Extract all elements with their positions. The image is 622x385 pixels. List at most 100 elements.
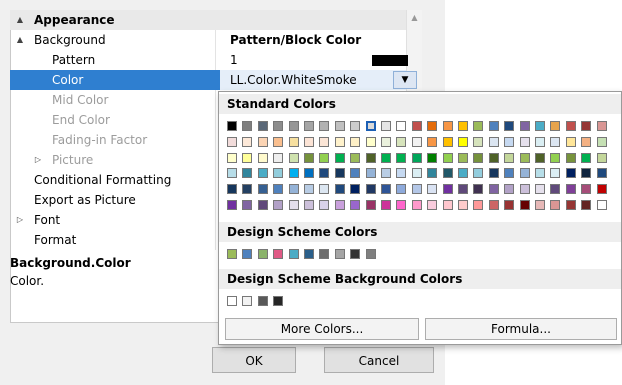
color-swatch[interactable] <box>319 152 330 163</box>
property-value[interactable]: Pattern/Block Color <box>230 30 361 50</box>
color-swatch[interactable] <box>257 136 268 147</box>
color-swatch[interactable] <box>273 168 284 179</box>
color-swatch[interactable] <box>535 168 545 179</box>
color-swatch[interactable] <box>365 152 376 163</box>
design-color-swatch[interactable] <box>242 249 253 259</box>
color-swatch[interactable] <box>596 152 607 163</box>
property-row[interactable]: Pattern 1 <box>10 50 408 70</box>
color-swatch[interactable] <box>350 152 361 163</box>
ok-button[interactable]: OK <box>212 347 296 373</box>
color-swatch[interactable] <box>334 121 345 131</box>
color-swatch[interactable] <box>488 200 499 210</box>
scroll-up-icon[interactable]: ▲ <box>407 10 422 25</box>
color-swatch[interactable] <box>273 136 284 147</box>
color-swatch[interactable] <box>519 121 530 131</box>
color-swatch[interactable] <box>565 121 576 131</box>
color-swatch[interactable] <box>488 184 499 195</box>
color-swatch[interactable] <box>242 200 253 210</box>
color-swatch[interactable] <box>288 121 299 131</box>
color-swatch[interactable] <box>519 168 530 179</box>
color-swatch[interactable] <box>458 121 468 131</box>
design-color-swatch[interactable] <box>334 249 345 259</box>
color-swatch[interactable] <box>411 136 422 147</box>
color-swatch[interactable] <box>458 168 468 179</box>
design-color-swatch[interactable] <box>273 249 284 259</box>
color-swatch[interactable] <box>458 152 468 163</box>
color-swatch[interactable] <box>396 152 407 163</box>
color-swatch[interactable] <box>319 200 330 210</box>
color-swatch[interactable] <box>535 121 545 131</box>
color-swatch[interactable] <box>519 136 530 147</box>
color-swatch[interactable] <box>411 121 422 131</box>
color-swatch[interactable] <box>596 184 607 195</box>
color-swatch[interactable] <box>257 200 268 210</box>
color-swatch[interactable] <box>581 200 592 210</box>
color-swatch[interactable] <box>550 136 561 147</box>
color-swatch[interactable] <box>227 121 237 131</box>
color-swatch[interactable] <box>242 136 253 147</box>
color-swatch[interactable] <box>581 184 592 195</box>
color-swatch[interactable] <box>242 121 253 131</box>
color-swatch[interactable] <box>334 200 345 210</box>
more-colors-button[interactable]: More Colors... <box>225 318 419 340</box>
color-swatch[interactable] <box>257 184 268 195</box>
color-swatch[interactable] <box>304 121 314 131</box>
color-swatch[interactable] <box>519 200 530 210</box>
color-swatch[interactable] <box>519 184 530 195</box>
color-swatch[interactable] <box>334 136 345 147</box>
color-swatch[interactable] <box>535 152 545 163</box>
color-swatch[interactable] <box>581 121 592 131</box>
color-swatch[interactable] <box>350 184 361 195</box>
color-swatch[interactable] <box>442 184 453 195</box>
color-swatch[interactable] <box>550 121 561 131</box>
color-swatch[interactable] <box>273 152 284 163</box>
background-color-swatch[interactable] <box>227 296 237 306</box>
color-swatch[interactable] <box>242 168 253 179</box>
color-swatch[interactable] <box>488 121 499 131</box>
color-swatch[interactable] <box>288 200 299 210</box>
color-swatch[interactable] <box>273 184 284 195</box>
formula-button[interactable]: Formula... <box>425 318 617 340</box>
color-swatch[interactable] <box>504 184 515 195</box>
color-swatch[interactable] <box>227 200 237 210</box>
color-swatch[interactable] <box>396 200 407 210</box>
cancel-button[interactable]: Cancel <box>324 347 434 373</box>
color-swatch[interactable] <box>473 168 484 179</box>
color-swatch[interactable] <box>365 121 376 131</box>
color-swatch[interactable] <box>381 152 391 163</box>
color-swatch[interactable] <box>565 136 576 147</box>
color-swatch[interactable] <box>596 136 607 147</box>
color-swatch[interactable] <box>535 136 545 147</box>
color-swatch[interactable] <box>473 200 484 210</box>
color-swatch[interactable] <box>350 136 361 147</box>
color-swatch[interactable] <box>488 136 499 147</box>
color-swatch[interactable] <box>304 184 314 195</box>
color-swatch[interactable] <box>581 136 592 147</box>
design-color-swatch[interactable] <box>365 249 376 259</box>
expander-icon[interactable]: ▲ <box>14 30 26 50</box>
color-swatch[interactable] <box>550 200 561 210</box>
color-swatch[interactable] <box>535 184 545 195</box>
property-row[interactable]: ▲ Appearance <box>10 10 406 30</box>
color-swatch[interactable] <box>411 152 422 163</box>
color-swatch[interactable] <box>458 200 468 210</box>
color-swatch[interactable] <box>396 184 407 195</box>
color-swatch[interactable] <box>519 152 530 163</box>
color-swatch[interactable] <box>442 136 453 147</box>
expander-icon[interactable]: ▷ <box>14 210 26 230</box>
background-color-swatch[interactable] <box>273 296 284 306</box>
color-swatch[interactable] <box>442 168 453 179</box>
color-swatch[interactable] <box>596 200 607 210</box>
color-swatch[interactable] <box>304 200 314 210</box>
color-swatch[interactable] <box>227 168 237 179</box>
color-swatch[interactable] <box>304 152 314 163</box>
color-swatch[interactable] <box>288 184 299 195</box>
color-swatch[interactable] <box>596 168 607 179</box>
background-color-swatch[interactable] <box>257 296 268 306</box>
expander-icon[interactable]: ▷ <box>32 150 44 170</box>
color-swatch[interactable] <box>427 121 438 131</box>
color-swatch[interactable] <box>350 168 361 179</box>
color-swatch[interactable] <box>396 136 407 147</box>
color-swatch[interactable] <box>427 200 438 210</box>
color-swatch[interactable] <box>411 184 422 195</box>
